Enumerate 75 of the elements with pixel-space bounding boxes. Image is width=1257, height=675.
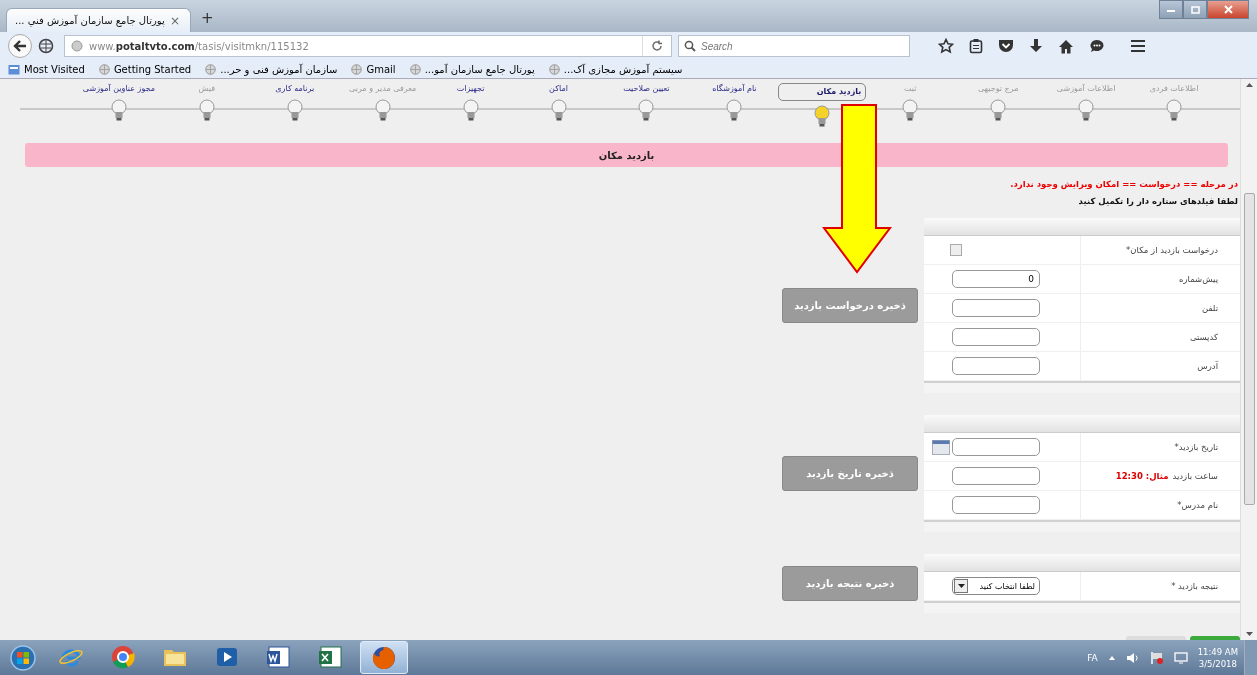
input-field[interactable] bbox=[952, 467, 1040, 485]
back-arrow-icon bbox=[13, 40, 27, 52]
bookmark-item[interactable]: Getting Started bbox=[98, 63, 192, 75]
bookmark-item[interactable]: سازمان آموزش فنی و حر... bbox=[205, 63, 338, 75]
input-field[interactable] bbox=[952, 357, 1040, 375]
page-title: بازدید مکان bbox=[598, 149, 655, 161]
step-link[interactable]: اماکن bbox=[549, 83, 568, 95]
field-label: آدرس bbox=[1197, 361, 1218, 371]
browser-circle-icon bbox=[110, 643, 136, 670]
step-link[interactable]: نام آموزشگاه bbox=[712, 83, 757, 95]
menu-icon[interactable] bbox=[1130, 39, 1146, 53]
input-field[interactable] bbox=[952, 438, 1040, 456]
bookmark-item[interactable]: پورتال جامع سازمان آمو... bbox=[409, 63, 535, 75]
warning-message: در مرحله == درخواست == امکان ویرایش وجود ندارد. bbox=[1009, 179, 1239, 189]
download-icon[interactable] bbox=[1029, 38, 1043, 54]
step-link[interactable]: بازدید مکان bbox=[778, 83, 867, 101]
dropdown[interactable]: لطفا انتخاب کنید bbox=[952, 577, 1040, 595]
field-label: کدپستی bbox=[1189, 332, 1218, 342]
close-icon bbox=[1223, 5, 1233, 14]
field-label: تلفن bbox=[1202, 303, 1218, 313]
star-icon[interactable] bbox=[938, 38, 954, 54]
field-label: نام مدرس* bbox=[1177, 500, 1218, 510]
network-icon[interactable] bbox=[1173, 651, 1188, 664]
search-icon bbox=[684, 40, 696, 52]
caret-icon bbox=[957, 584, 965, 588]
reload-icon bbox=[651, 40, 663, 52]
field-label: تاریخ بازدید* bbox=[1174, 442, 1218, 452]
address-bar[interactable]: www.potaltvto.com/tasis/visitmkn/115132 bbox=[64, 35, 672, 57]
chat-icon[interactable] bbox=[1089, 38, 1105, 54]
step-link[interactable]: برنامه کاری bbox=[275, 83, 315, 95]
tab-title: ... پورتال جامع سازمان آموزش فني bbox=[15, 15, 165, 26]
back-button[interactable] bbox=[8, 34, 32, 58]
close-tab-button[interactable]: × bbox=[167, 13, 182, 28]
bookmark-item[interactable]: Most Visited bbox=[8, 63, 85, 75]
input-field[interactable] bbox=[952, 328, 1040, 346]
field-label: ساعت بازدید bbox=[1172, 471, 1218, 481]
checkbox[interactable] bbox=[950, 244, 962, 256]
field-label: نتیجه بازدید * bbox=[1171, 581, 1218, 591]
pocket-icon[interactable] bbox=[998, 39, 1014, 53]
bookmark-item[interactable]: سیستم آموزش مجازی آک... bbox=[548, 63, 683, 75]
clock-date[interactable]: 3/5/2018 bbox=[1198, 657, 1237, 670]
search-field[interactable]: Search bbox=[678, 35, 910, 57]
document-w-icon bbox=[266, 643, 292, 670]
url-text: www.potaltvto.com/tasis/visitmkn/115132 bbox=[89, 40, 309, 52]
step-link[interactable]: تعیین صلاحیت bbox=[623, 83, 670, 95]
clipboard-icon[interactable] bbox=[969, 38, 983, 54]
scroll-thumb[interactable] bbox=[1244, 193, 1255, 505]
browser-fox-icon bbox=[371, 644, 397, 671]
step-link[interactable]: مجوز عناوین آموزشی bbox=[82, 83, 155, 95]
scroll-up-icon[interactable] bbox=[1244, 82, 1254, 88]
new-tab-button[interactable]: + bbox=[201, 9, 214, 27]
input-field[interactable] bbox=[952, 299, 1040, 317]
bookmark-folder-icon bbox=[8, 63, 20, 75]
browser-tab[interactable]: ... پورتال جامع سازمان آموزش فني × bbox=[6, 8, 191, 32]
spreadsheet-x-icon bbox=[318, 643, 344, 670]
speaker-icon[interactable] bbox=[1125, 651, 1140, 664]
minimize-button[interactable] bbox=[1159, 0, 1183, 19]
field-label: درخواست بازدید از مکان* bbox=[1126, 245, 1218, 255]
close-button[interactable] bbox=[1207, 0, 1249, 19]
hint-text: مثال: 12:30 bbox=[1115, 471, 1169, 481]
calendar-icon[interactable] bbox=[932, 439, 950, 455]
input-field[interactable] bbox=[952, 496, 1040, 514]
home-icon[interactable] bbox=[1058, 38, 1074, 54]
input-field[interactable]: 0 bbox=[952, 270, 1040, 288]
scrollbar[interactable] bbox=[1240, 79, 1257, 640]
taskbar-button[interactable] bbox=[360, 641, 408, 674]
show-hidden-icons-icon[interactable] bbox=[1107, 654, 1116, 661]
maximize-button[interactable] bbox=[1183, 0, 1207, 19]
scroll-down-icon[interactable] bbox=[1244, 631, 1254, 637]
flag-icon[interactable] bbox=[1149, 650, 1164, 665]
bookmark-item[interactable]: Gmail bbox=[351, 63, 396, 75]
instruction-text: لطفا فیلدهای ستاره دار را تکمیل کنید bbox=[1078, 196, 1239, 206]
field-label: پیش‌شماره bbox=[1179, 274, 1218, 284]
maximize-icon bbox=[1190, 5, 1200, 14]
step-link[interactable]: تجهیزات bbox=[456, 83, 485, 95]
